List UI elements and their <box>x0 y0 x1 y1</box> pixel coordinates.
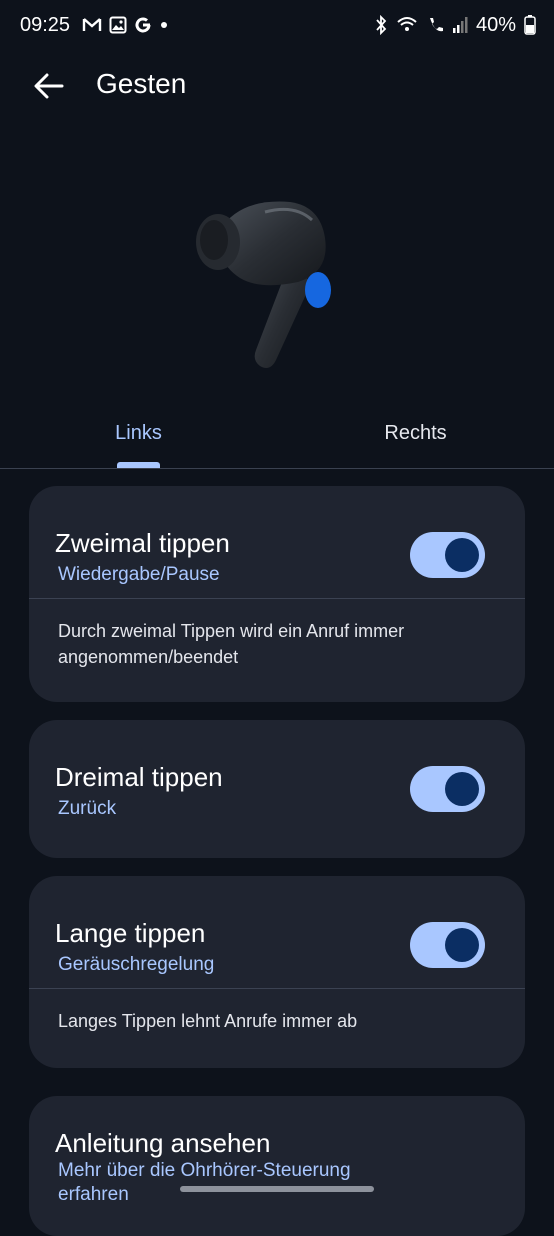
tab-bar: Links Rechts <box>0 410 554 469</box>
card-subtitle-line1: Mehr über die Ohrhörer-Steuerung <box>58 1160 351 1181</box>
gmail-icon <box>82 18 102 31</box>
gesture-card-triple-tap[interactable]: Dreimal tippen Zurück <box>29 720 525 858</box>
tab-indicator <box>117 462 160 468</box>
triple-tap-toggle[interactable] <box>410 766 485 812</box>
gesture-card-double-tap[interactable]: Zweimal tippen Wiedergabe/Pause Durch zw… <box>29 486 525 702</box>
earbud-image <box>180 190 350 380</box>
call-icon <box>429 18 443 32</box>
card-title: Zweimal tippen <box>55 528 230 558</box>
wifi-calling-icon <box>397 17 417 31</box>
double-tap-toggle[interactable] <box>410 532 485 578</box>
toggle-knob <box>445 538 479 572</box>
back-button[interactable] <box>28 66 70 106</box>
card-title: Anleitung ansehen <box>55 1128 271 1158</box>
card-subtitle-line2: erfahren <box>58 1184 129 1205</box>
gallery-icon <box>109 16 127 34</box>
divider <box>29 988 525 989</box>
status-bar: 09:25 40% <box>0 0 554 52</box>
long-press-toggle[interactable] <box>410 922 485 968</box>
card-subtitle: Zurück <box>58 798 117 819</box>
divider <box>29 598 525 599</box>
bluetooth-icon <box>376 15 387 35</box>
google-icon <box>135 17 151 33</box>
card-subtitle: Wiedergabe/Pause <box>58 564 220 585</box>
signal-icon <box>452 17 468 33</box>
card-title: Lange tippen <box>55 918 206 948</box>
page-title: Gesten <box>96 68 187 99</box>
battery-percent: 40% <box>475 13 516 36</box>
card-description: Langes Tippen lehnt Anrufe immer ab <box>58 1011 358 1031</box>
earbud-illustration <box>196 201 331 368</box>
card-subtitle: Geräuschregelung <box>58 954 215 975</box>
toggle-knob <box>445 928 479 962</box>
app-bar: Gesten <box>0 52 554 118</box>
card-description: Durch zweimal Tippen wird ein Anruf imme… <box>58 621 405 667</box>
arrow-back-icon <box>34 73 64 99</box>
gesture-card-long-press[interactable]: Lange tippen Geräuschregelung Langes Tip… <box>29 876 525 1068</box>
status-time: 09:25 <box>20 14 71 36</box>
tutorial-card[interactable]: Anleitung ansehen Mehr über die Ohrhörer… <box>29 1096 525 1236</box>
status-right: 40% <box>374 14 536 36</box>
battery-icon <box>524 15 536 35</box>
card-title: Dreimal tippen <box>55 762 223 792</box>
dot-icon <box>161 22 167 28</box>
tab-links[interactable]: Links <box>0 422 277 445</box>
tab-rechts[interactable]: Rechts <box>277 422 554 445</box>
home-indicator[interactable] <box>180 1186 374 1192</box>
notification-icons <box>82 14 169 36</box>
toggle-knob <box>445 772 479 806</box>
